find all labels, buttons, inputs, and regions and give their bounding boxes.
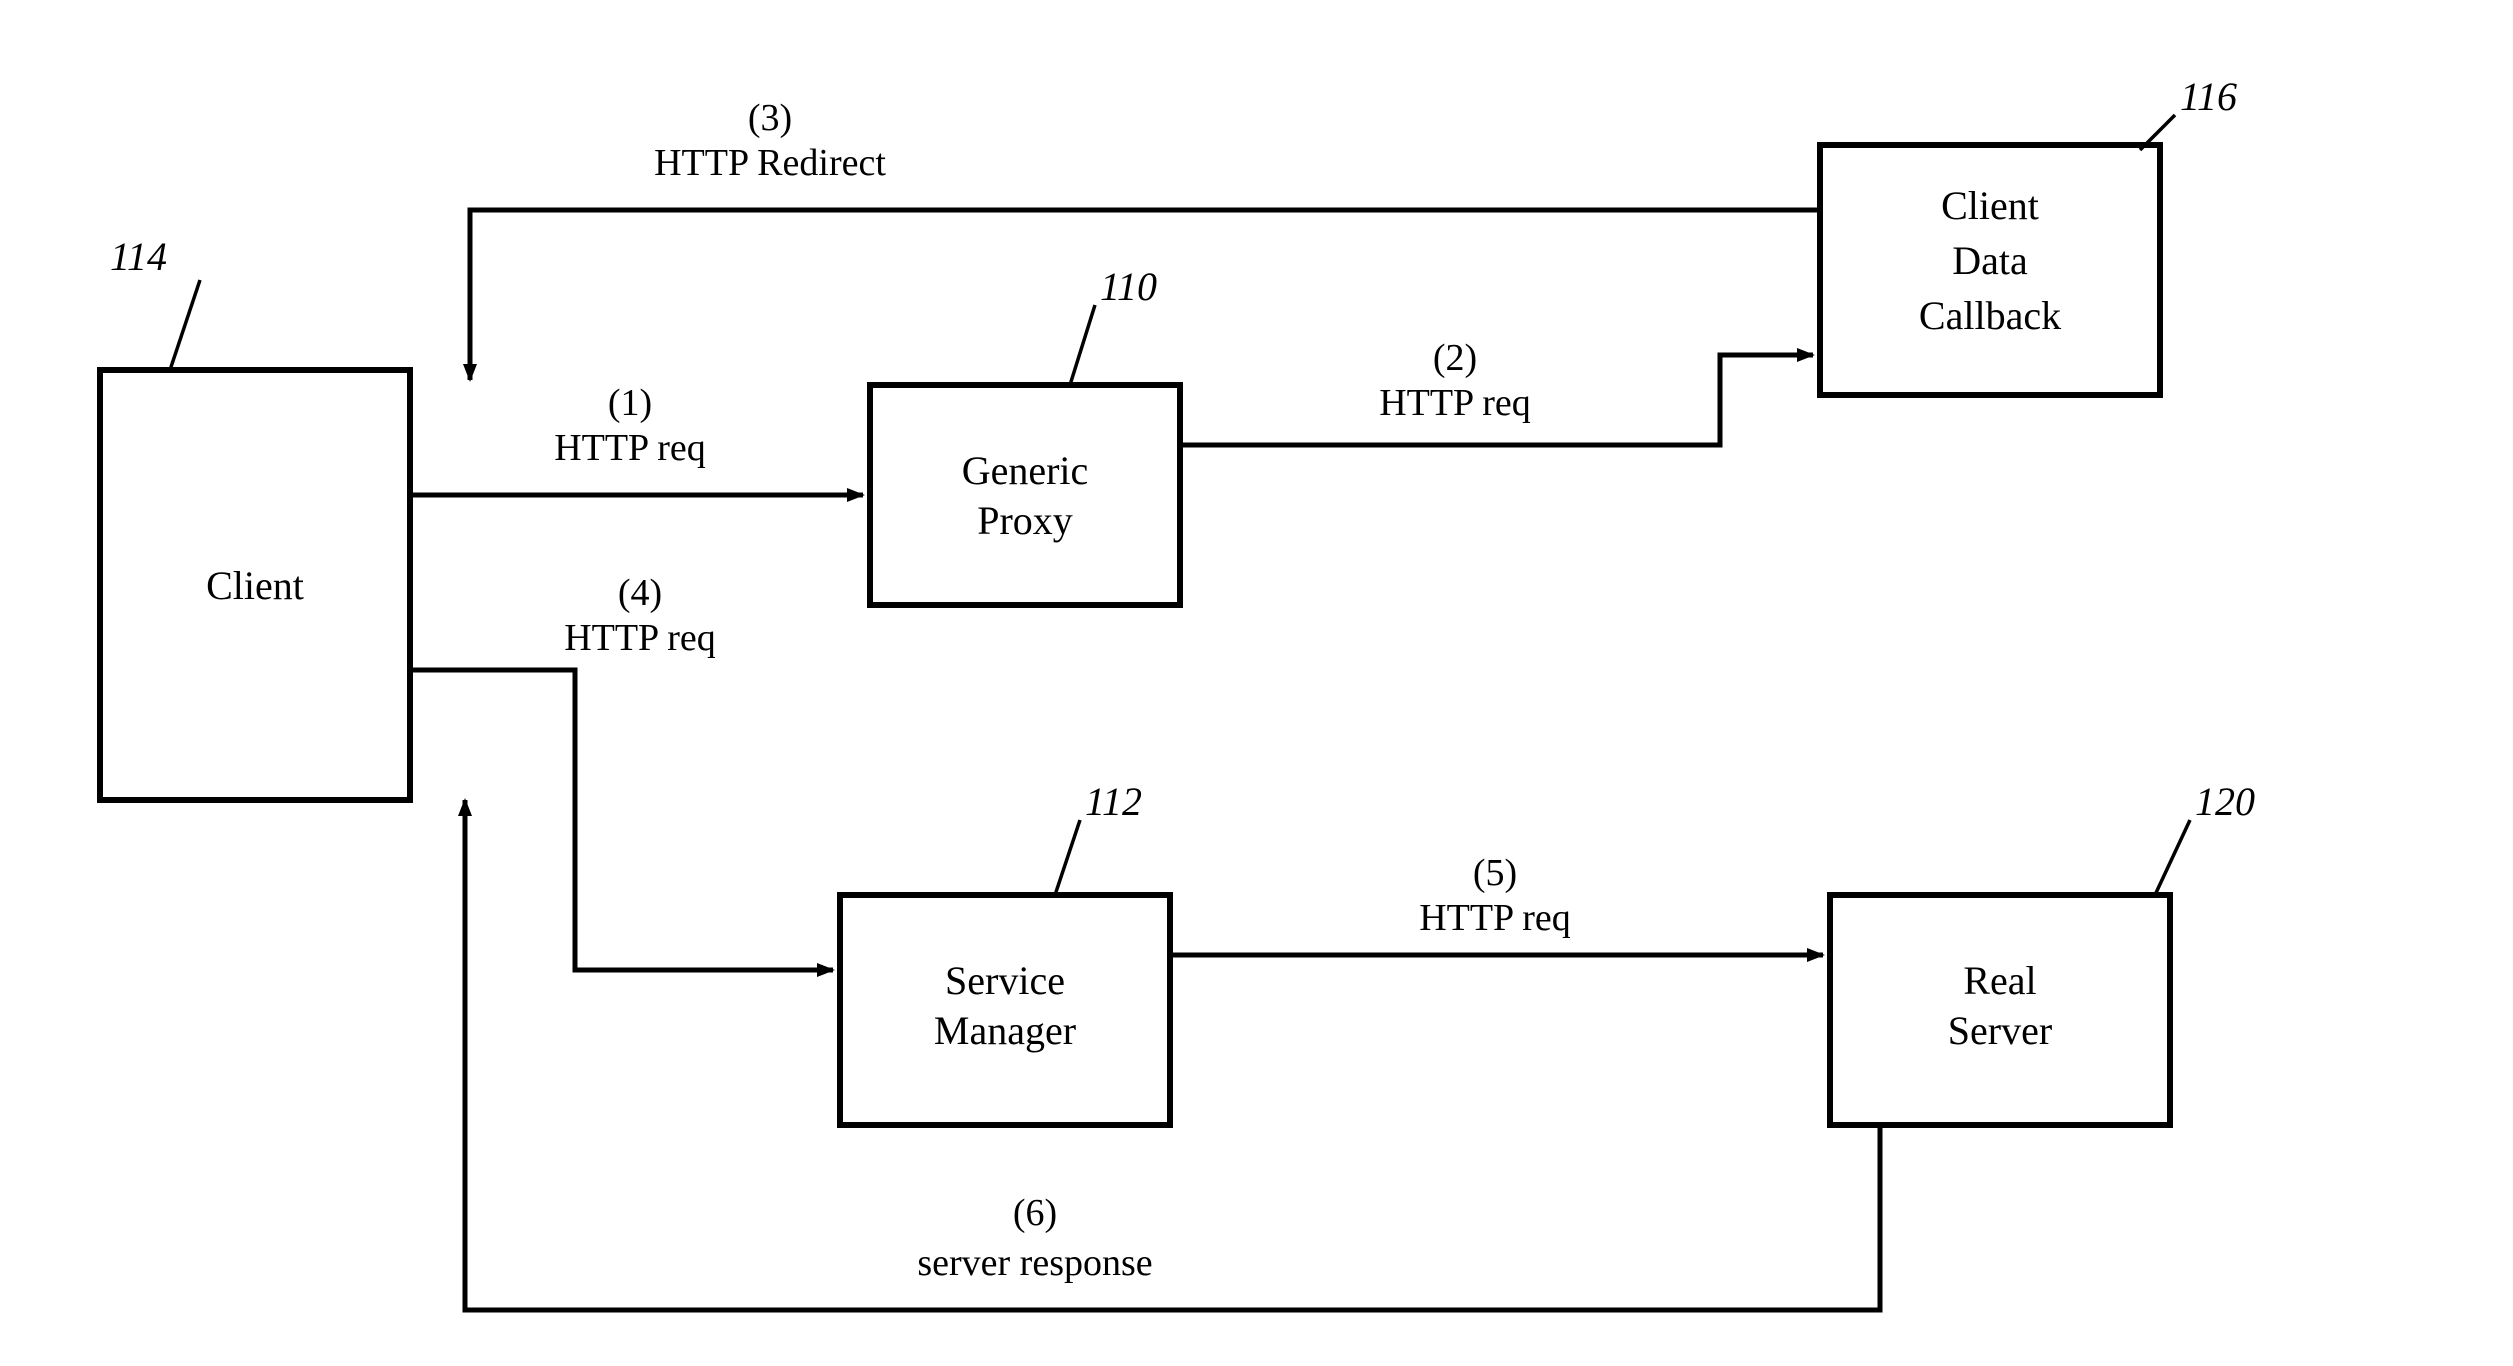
edge-1-client-to-proxy: (1) HTTP req bbox=[410, 382, 863, 495]
edge-4-step: (4) bbox=[618, 572, 662, 614]
node-generic-proxy: Generic Proxy 110 bbox=[870, 264, 1180, 605]
edge-1-step: (1) bbox=[608, 382, 652, 424]
node-service-manager: Service Manager 112 bbox=[840, 779, 1170, 1125]
node-client-data-callback-label2: Data bbox=[1952, 238, 2028, 283]
edge-3-label: HTTP Redirect bbox=[654, 142, 886, 184]
edge-1-label: HTTP req bbox=[554, 427, 706, 469]
node-real-server: Real Server 120 bbox=[1830, 779, 2255, 1125]
edge-5-step: (5) bbox=[1473, 852, 1517, 894]
node-real-server-label1: Real bbox=[1963, 958, 2036, 1003]
node-service-manager-ref: 112 bbox=[1085, 779, 1142, 824]
node-client-data-callback-label1: Client bbox=[1941, 183, 2039, 228]
edge-3-step: (3) bbox=[748, 97, 792, 139]
node-service-manager-label1: Service bbox=[945, 958, 1065, 1003]
edge-2-label: HTTP req bbox=[1379, 382, 1531, 424]
edge-4-label: HTTP req bbox=[564, 617, 716, 659]
edge-2-step: (2) bbox=[1433, 337, 1477, 379]
node-client-ref: 114 bbox=[110, 234, 167, 279]
edge-6-label: server response bbox=[917, 1242, 1152, 1284]
node-real-server-ref: 120 bbox=[2195, 779, 2255, 824]
node-client-data-callback-label3: Callback bbox=[1919, 293, 2061, 338]
node-client-label: Client bbox=[206, 563, 304, 608]
node-client: Client 114 bbox=[100, 234, 410, 800]
node-service-manager-label2: Manager bbox=[934, 1008, 1076, 1053]
edge-4-client-to-service-manager: (4) HTTP req bbox=[410, 572, 833, 970]
edge-2-proxy-to-callback: (2) HTTP req bbox=[1180, 337, 1813, 445]
node-generic-proxy-ref: 110 bbox=[1100, 264, 1157, 309]
architecture-diagram: Client 114 Generic Proxy 110 Client Data… bbox=[0, 0, 2513, 1366]
node-generic-proxy-label2: Proxy bbox=[977, 498, 1073, 543]
node-client-data-callback-ref: 116 bbox=[2180, 74, 2237, 119]
node-generic-proxy-label1: Generic bbox=[962, 448, 1089, 493]
edge-3-callback-to-client: (3) HTTP Redirect bbox=[470, 97, 1820, 380]
edge-5-service-manager-to-real-server: (5) HTTP req bbox=[1170, 852, 1823, 955]
edge-6-step: (6) bbox=[1013, 1192, 1057, 1234]
edge-5-label: HTTP req bbox=[1419, 897, 1571, 939]
node-client-data-callback: Client Data Callback 116 bbox=[1820, 74, 2237, 395]
node-real-server-label2: Server bbox=[1948, 1008, 2052, 1053]
